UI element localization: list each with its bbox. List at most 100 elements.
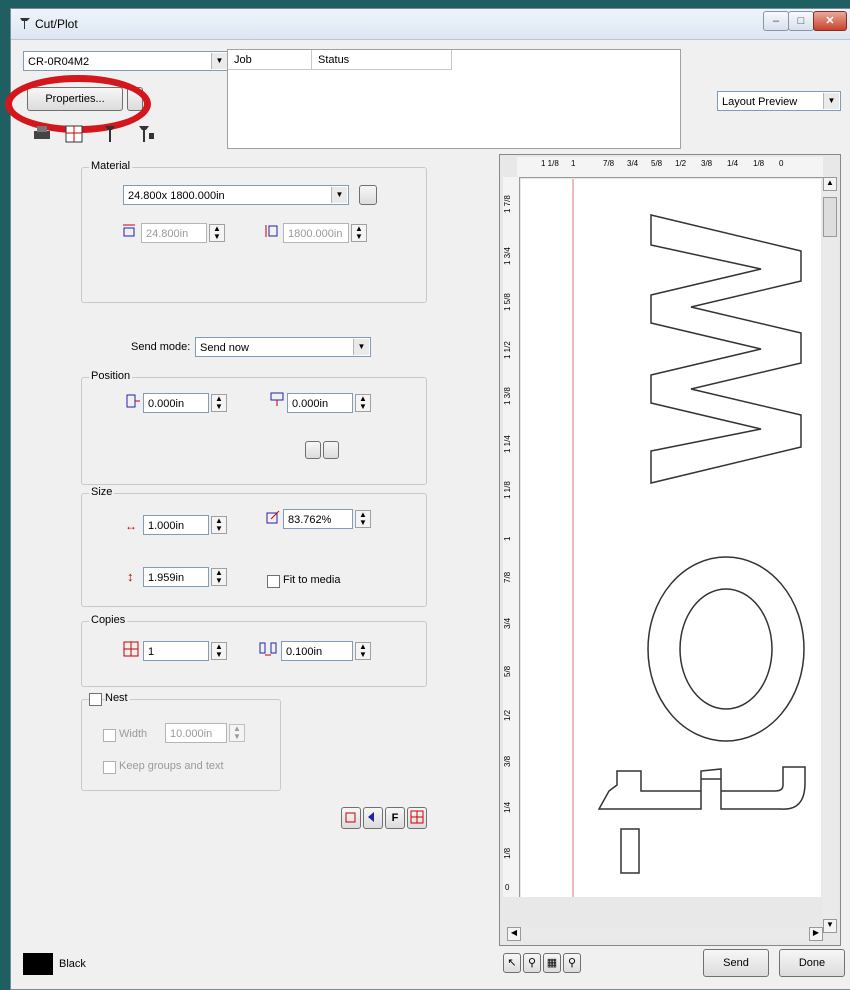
chevron-down-icon: ▼: [211, 53, 227, 69]
title-bar: Cut/Plot – □ ✕: [11, 9, 850, 40]
size-height-field[interactable]: 1.959in: [143, 567, 209, 587]
copies-spacing-stepper[interactable]: ▲ ▼: [355, 642, 371, 660]
scroll-right-button[interactable]: ▶: [809, 927, 823, 941]
copies-count-field[interactable]: 1: [143, 641, 209, 661]
copies-group-label: Copies: [89, 614, 128, 626]
job-column-header[interactable]: Job: [228, 50, 312, 70]
send-mode-label: Send mode:: [131, 341, 191, 353]
height-arrows-icon: ↕: [127, 569, 134, 584]
device-select[interactable]: CR-0R04M2 ▼: [23, 51, 229, 71]
size-scale-field[interactable]: 83.762%: [283, 509, 353, 529]
job-table[interactable]: Job Status: [227, 49, 681, 149]
done-button-label: Done: [798, 957, 826, 969]
minimize-button[interactable]: –: [763, 11, 789, 31]
chevron-down-icon: ▼: [331, 187, 347, 203]
select-tool-button[interactable]: ↖: [503, 953, 521, 973]
size-scale-stepper[interactable]: ▲ ▼: [355, 510, 371, 528]
view-mode-select[interactable]: Layout Preview ▼: [717, 91, 841, 111]
cursor-arrow-icon: ↖: [507, 957, 517, 969]
tool-tab-icon[interactable]: [99, 123, 121, 145]
preview-horizontal-scrollbar[interactable]: ◀ ▶: [507, 927, 823, 941]
page-view-button[interactable]: ▦: [543, 953, 561, 973]
font-icon: F: [391, 812, 399, 824]
scroll-left-button[interactable]: ◀: [507, 927, 521, 941]
nest-width-stepper[interactable]: ▲ ▼: [229, 724, 245, 742]
zoom-fit-icon: ⚲: [567, 957, 577, 969]
media-length-icon: [265, 225, 278, 237]
cut-plot-window: Cut/Plot – □ ✕ CR-0R04M2 ▼ Properties...…: [5, 8, 850, 990]
material-settings-button[interactable]: [359, 185, 377, 205]
material-size-select[interactable]: 24.800x 1800.000in ▼: [123, 185, 349, 205]
font-button[interactable]: F: [385, 807, 405, 829]
size-group: [81, 493, 427, 607]
fit-to-media-label: Fit to media: [283, 574, 341, 586]
scroll-down-button[interactable]: ▼: [823, 919, 837, 933]
material-size-value: 24.800x 1800.000in: [128, 190, 225, 202]
horizontal-ruler: 1 1/8 1 7/8 3/4 5/8 1/2 3/8 1/4 1/8 0: [517, 157, 823, 178]
send-button[interactable]: Send: [703, 949, 769, 977]
nest-width-checkbox[interactable]: [103, 729, 116, 742]
printer-tab-icon[interactable]: [31, 123, 53, 145]
direction-icon: [368, 812, 374, 822]
send-mode-select[interactable]: Send now ▼: [195, 337, 371, 357]
keep-groups-label: Keep groups and text: [119, 760, 224, 772]
send-button-label: Send: [723, 957, 749, 969]
zoom-icon: ⚲: [527, 957, 537, 969]
material-group-label: Material: [89, 160, 133, 172]
nest-checkbox[interactable]: [89, 693, 102, 706]
position-y-field[interactable]: 0.000in: [287, 393, 353, 413]
layout-tab-icon[interactable]: [63, 123, 85, 145]
preview-canvas[interactable]: [521, 179, 821, 897]
position-x-field[interactable]: 0.000in: [143, 393, 209, 413]
zoom-fit-button[interactable]: ⚲: [563, 953, 581, 973]
size-group-label: Size: [89, 486, 115, 498]
keep-groups-checkbox[interactable]: [103, 761, 116, 774]
grid-button[interactable]: [407, 807, 427, 829]
close-icon: ✕: [825, 15, 835, 27]
align-left-button[interactable]: [305, 441, 321, 459]
nest-label: Nest: [105, 692, 130, 704]
copies-icon: [123, 641, 139, 657]
page-icon: ▦: [546, 957, 558, 969]
done-button[interactable]: Done: [779, 949, 845, 977]
maximize-button[interactable]: □: [788, 11, 814, 31]
nest-width-field[interactable]: 10.000in: [165, 723, 227, 743]
size-width-stepper[interactable]: ▲ ▼: [211, 516, 227, 534]
copy-spacing-icon: [259, 642, 277, 656]
send-mode-value: Send now: [200, 342, 249, 354]
nest-group: [81, 699, 281, 791]
copies-count-stepper[interactable]: ▲ ▼: [211, 642, 227, 660]
nest-width-label: Width: [119, 728, 148, 740]
chevron-down-icon: ▼: [353, 339, 369, 355]
cut-plot-app-icon: [20, 18, 30, 29]
status-column-header[interactable]: Status: [312, 50, 452, 70]
minimize-icon: –: [772, 15, 780, 27]
scroll-thumb[interactable]: [823, 197, 837, 237]
width-arrows-icon: ↔: [125, 519, 137, 533]
scroll-up-button[interactable]: ▲: [823, 177, 837, 191]
maximize-icon: □: [797, 15, 805, 27]
fit-to-media-checkbox[interactable]: [267, 575, 280, 588]
weed-box-button[interactable]: [341, 807, 361, 829]
position-x-stepper[interactable]: ▲ ▼: [211, 394, 227, 412]
position-x-icon: [126, 394, 140, 408]
zoom-tool-button[interactable]: ⚲: [523, 953, 541, 973]
direction-button[interactable]: [363, 807, 383, 829]
tool-options-tab-icon[interactable]: [135, 123, 157, 145]
size-width-field[interactable]: 1.000in: [143, 515, 209, 535]
grid-icon: [410, 810, 424, 824]
copies-spacing-field[interactable]: 0.100in: [281, 641, 353, 661]
weed-icon: [345, 812, 356, 823]
position-y-stepper[interactable]: ▲ ▼: [355, 394, 371, 412]
scale-icon: [266, 510, 280, 524]
size-height-stepper[interactable]: ▲ ▼: [211, 568, 227, 586]
close-button[interactable]: ✕: [813, 11, 847, 31]
media-width-field[interactable]: 24.800in: [141, 223, 207, 243]
preview-vertical-scrollbar[interactable]: ▲ ▼: [823, 177, 837, 933]
color-name: Black: [59, 958, 86, 970]
align-right-button[interactable]: [323, 441, 339, 459]
media-length-stepper[interactable]: ▲ ▼: [351, 224, 367, 242]
view-mode-value: Layout Preview: [722, 96, 798, 108]
media-length-field[interactable]: 1800.000in: [283, 223, 349, 243]
media-width-stepper[interactable]: ▲ ▼: [209, 224, 225, 242]
